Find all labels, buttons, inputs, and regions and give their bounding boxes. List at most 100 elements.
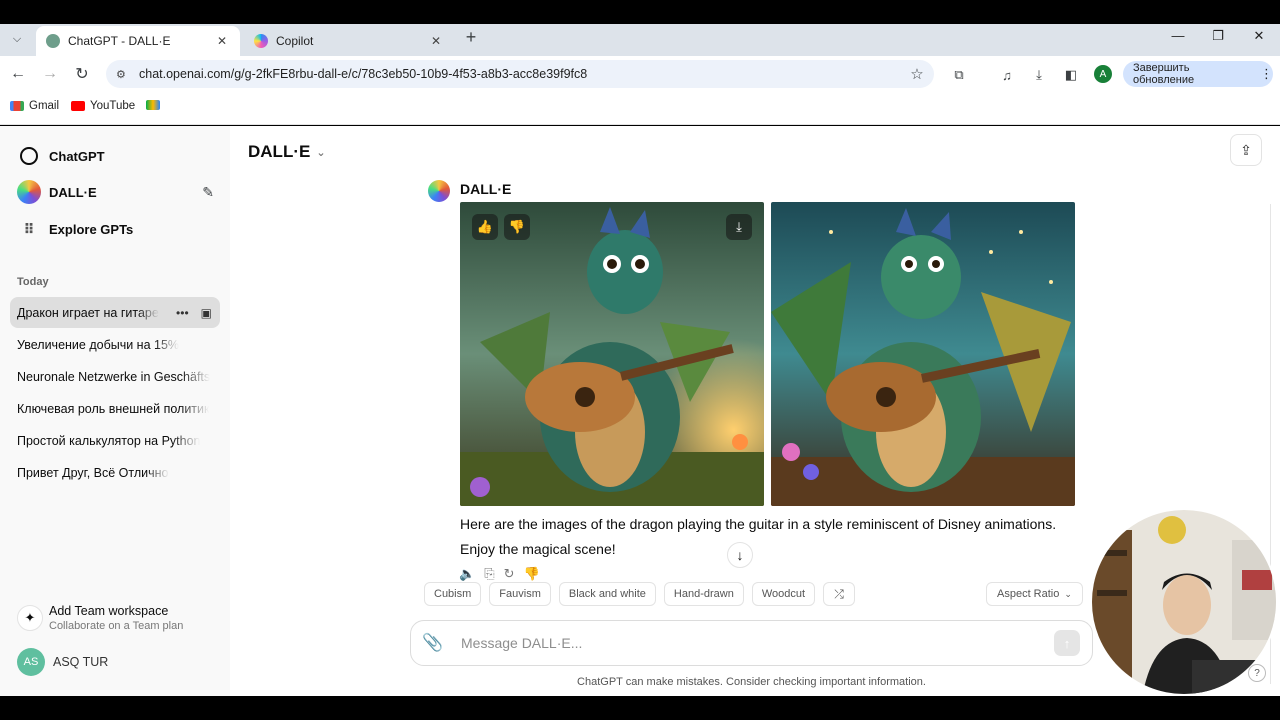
send-button[interactable]: ↑ <box>1054 630 1080 656</box>
scroll-down-button[interactable]: ↓ <box>727 542 753 568</box>
add-team-workspace[interactable]: ✦ Add Team workspace Collaborate on a Te… <box>17 600 222 636</box>
bookmark-meet[interactable] <box>146 100 165 110</box>
bookmark-label: YouTube <box>90 100 136 112</box>
disclaimer: ChatGPT can make mistakes. Consider chec… <box>577 676 926 688</box>
shuffle-icon[interactable]: ⤮ <box>823 582 856 606</box>
restore-icon[interactable]: ❐ <box>1206 28 1230 44</box>
user-menu[interactable]: AS ASQ TUR <box>17 648 108 676</box>
chevron-down-icon: ⌄ <box>316 146 326 159</box>
dalle-avatar <box>428 180 450 202</box>
tab-search-icon[interactable]: ⌵ <box>6 28 28 50</box>
history-item[interactable]: Neuronale Netzwerke in Geschäfts <box>10 361 220 392</box>
chip-black-and-white[interactable]: Black and white <box>558 582 656 606</box>
dragon-guitar-image <box>460 202 764 506</box>
chip-fauvism[interactable]: Fauvism <box>489 582 551 606</box>
read-aloud-icon[interactable]: 🔈 <box>459 566 475 582</box>
close-tab-icon[interactable]: ✕ <box>214 34 230 48</box>
dalle-avatar <box>17 180 41 204</box>
history-item-label: Дракон играет на гитаре <box>17 305 159 320</box>
avatar: AS <box>17 648 45 676</box>
share-icon: ⇪ <box>1240 141 1252 158</box>
history-item[interactable]: Дракон играет на гитаре ••• ▣ <box>10 297 220 328</box>
extensions-icon[interactable]: ⧉ <box>949 65 969 85</box>
gmail-icon <box>10 101 24 111</box>
side-panel-icon[interactable]: ◧ <box>1061 65 1081 85</box>
thumbs-down-icon[interactable]: 👎 <box>504 214 530 240</box>
history-item-label: Простой калькулятор на Python <box>17 433 201 448</box>
update-button[interactable]: Завершить обновление ⋮ <box>1123 61 1273 87</box>
regenerate-icon[interactable]: ↻ <box>504 566 515 582</box>
downloads-icon[interactable]: ⤓ <box>1029 65 1049 85</box>
site-info-icon[interactable]: ⚙ <box>116 68 132 81</box>
message-author: DALL·E <box>460 181 512 197</box>
bookmark-youtube[interactable]: YouTube <box>71 100 135 112</box>
sidebar: ChatGPT DALL·E ✎ ⠿ Explore GPTs Today Др… <box>0 126 230 696</box>
help-icon[interactable]: ? <box>1248 664 1266 682</box>
bookmarks-bar: Gmail YouTube <box>0 92 1280 125</box>
thumbs-up-icon[interactable]: 👍 <box>472 214 498 240</box>
grid-icon: ⠿ <box>23 220 35 237</box>
chip-hand-drawn[interactable]: Hand-drawn <box>663 582 744 606</box>
message-composer[interactable]: 📎 Message DALL·E... ↑ <box>410 620 1093 666</box>
reload-icon[interactable]: ↻ <box>72 64 92 84</box>
sidebar-item-label: ChatGPT <box>49 148 105 164</box>
close-tab-icon[interactable]: ✕ <box>428 34 444 48</box>
history-item[interactable]: Простой калькулятор на Python <box>10 425 220 456</box>
media-control-icon[interactable]: ♫ <box>997 65 1017 85</box>
sparkle-icon: ✦ <box>17 605 43 631</box>
aspect-ratio-label: Aspect Ratio <box>997 588 1060 600</box>
sidebar-item-chatgpt[interactable]: ChatGPT <box>10 140 220 172</box>
history-item[interactable]: Привет Друг, Всё Отлично <box>10 457 220 488</box>
sidebar-item-explore[interactable]: ⠿ Explore GPTs <box>10 213 220 245</box>
assistant-message: Here are the images of the dragon playin… <box>460 516 1057 557</box>
history-item-label: Увеличение добычи на 15% <box>17 337 180 352</box>
style-chips: Cubism Fauvism Black and white Hand-draw… <box>424 582 856 606</box>
sidebar-item-dalle[interactable]: DALL·E ✎ <box>10 176 220 208</box>
bookmark-star-icon[interactable]: ☆ <box>900 65 934 83</box>
team-title: Add Team workspace <box>49 604 169 618</box>
history-item[interactable]: Ключевая роль внешней политик <box>10 393 220 424</box>
sidebar-item-label: Explore GPTs <box>49 221 134 237</box>
tab-copilot[interactable]: Copilot ✕ <box>244 26 454 56</box>
chip-cubism[interactable]: Cubism <box>424 582 482 606</box>
more-options-icon[interactable]: ••• <box>176 306 189 320</box>
openai-logo-icon <box>17 144 41 168</box>
tab-chatgpt[interactable]: ChatGPT - DALL·E ✕ <box>36 26 240 56</box>
page-title: DALL·E <box>248 142 311 161</box>
google-meet-icon <box>146 100 160 110</box>
tab-title: ChatGPT - DALL·E <box>68 34 171 48</box>
aspect-ratio-select[interactable]: Aspect Ratio ⌄ <box>986 582 1083 606</box>
attach-icon[interactable]: 📎 <box>411 633 455 653</box>
generated-image-1[interactable]: 👍 👎 ⤓ <box>460 202 764 506</box>
url-text: chat.openai.com/g/g-2fkFE8rbu-dall-e/c/7… <box>139 67 588 81</box>
bookmark-gmail[interactable]: Gmail <box>10 100 59 112</box>
close-window-icon[interactable]: ✕ <box>1247 28 1271 44</box>
new-tab-icon[interactable]: + <box>460 27 482 48</box>
menu-dots-icon: ⋮ <box>1260 66 1273 81</box>
message-input[interactable]: Message DALL·E... <box>455 635 1054 651</box>
openai-favicon-icon <box>46 34 60 48</box>
minimize-icon[interactable]: — <box>1166 28 1190 43</box>
address-bar[interactable]: ⚙ chat.openai.com/g/g-2fkFE8rbu-dall-e/c… <box>106 60 934 88</box>
profile-avatar[interactable]: A <box>1094 65 1112 83</box>
chip-woodcut[interactable]: Woodcut <box>751 582 816 606</box>
archive-icon[interactable]: ▣ <box>201 306 212 320</box>
download-icon[interactable]: ⤓ <box>726 214 752 240</box>
letterbox-bottom <box>0 696 1280 720</box>
forward-icon[interactable]: → <box>40 64 60 84</box>
letterbox-top <box>0 0 1280 24</box>
back-icon[interactable]: ← <box>8 64 28 84</box>
history-item-label: Ключевая роль внешней политик <box>17 401 210 416</box>
history-item-label: Neuronale Netzwerke in Geschäfts <box>17 369 211 384</box>
model-selector[interactable]: DALL·E ⌄ <box>248 142 326 162</box>
browser-tabstrip: ⌵ ChatGPT - DALL·E ✕ Copilot ✕ + — ❐ ✕ <box>0 24 1280 60</box>
copy-icon[interactable]: ⎘ <box>484 566 494 582</box>
browser-toolbar: ← → ↻ ⚙ chat.openai.com/g/g-2fkFE8rbu-da… <box>0 56 1280 92</box>
generated-image-2[interactable] <box>771 202 1075 506</box>
arrow-down-icon: ↓ <box>736 547 744 563</box>
share-button[interactable]: ⇪ <box>1230 134 1262 166</box>
new-chat-icon[interactable]: ✎ <box>202 184 214 201</box>
thumbs-down-icon[interactable]: 👎 <box>524 566 540 582</box>
history-item[interactable]: Увеличение добычи на 15% <box>10 329 220 360</box>
dragon-guitar-image <box>771 202 1075 506</box>
